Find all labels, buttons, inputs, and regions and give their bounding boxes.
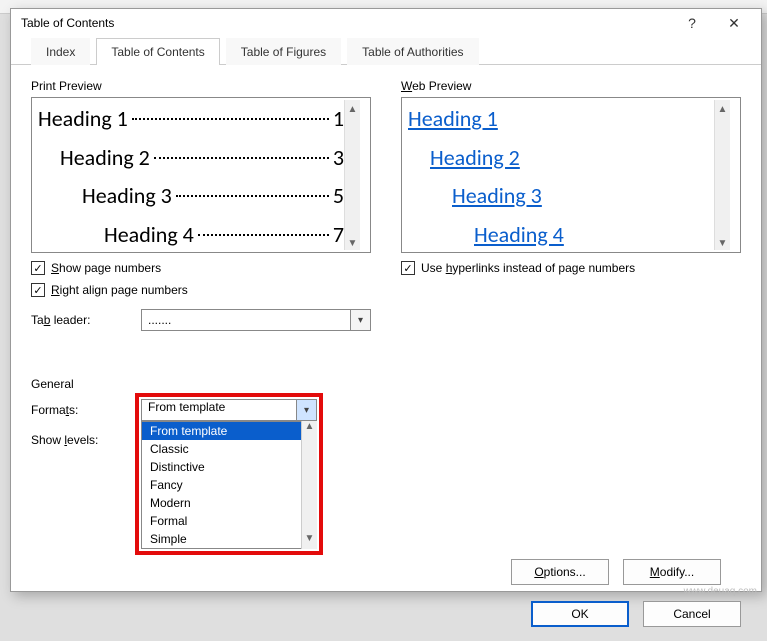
formats-option[interactable]: Formal xyxy=(142,512,316,530)
use-hyperlinks-label: Use hyperlinks instead of page numbers xyxy=(421,261,635,275)
formats-dropdown[interactable]: From template Classic Distinctive Fancy … xyxy=(141,421,317,549)
web-preview-box: Heading 1 Heading 2 Heading 3 Heading 4 … xyxy=(401,97,741,253)
close-button[interactable]: ✕ xyxy=(713,9,755,37)
tab-authorities[interactable]: Table of Authorities xyxy=(347,38,478,65)
print-preview-scrollbar[interactable]: ▲▼ xyxy=(344,100,360,250)
chevron-down-icon[interactable]: ▾ xyxy=(296,400,316,420)
show-page-numbers-checkbox[interactable]: ✓ xyxy=(31,261,45,275)
show-levels-label: Show levels: xyxy=(31,429,131,447)
tab-leader-label: Tab leader: xyxy=(31,313,131,327)
show-page-numbers-label: Show page numbers xyxy=(51,261,161,275)
tabstrip: Index Table of Contents Table of Figures… xyxy=(11,37,761,65)
web-preview-label: Web Preview xyxy=(401,79,741,93)
tab-index[interactable]: Index xyxy=(31,38,90,65)
options-button[interactable]: Options... xyxy=(511,559,609,585)
web-link[interactable]: Heading 3 xyxy=(408,177,714,216)
formats-option[interactable]: Classic xyxy=(142,440,316,458)
help-button[interactable]: ? xyxy=(671,9,713,37)
modify-button[interactable]: Modify... xyxy=(623,559,721,585)
tab-toc[interactable]: Table of Contents xyxy=(96,38,219,65)
show-page-numbers-row[interactable]: ✓ Show page numbers xyxy=(31,261,371,275)
web-link[interactable]: Heading 2 xyxy=(408,139,714,178)
tab-figures[interactable]: Table of Figures xyxy=(226,38,341,65)
web-link[interactable]: Heading 4 xyxy=(408,216,714,254)
formats-option[interactable]: Distinctive xyxy=(142,458,316,476)
chevron-down-icon[interactable]: ▾ xyxy=(350,310,370,330)
print-row: Heading 11 xyxy=(38,100,344,139)
tab-leader-combo[interactable]: ....... ▾ xyxy=(141,309,371,331)
watermark: www.deuaq.com xyxy=(684,586,757,597)
titlebar: Table of Contents ? ✕ xyxy=(11,9,761,37)
use-hyperlinks-checkbox[interactable]: ✓ xyxy=(401,261,415,275)
formats-option[interactable]: Fancy xyxy=(142,476,316,494)
right-align-label: Right align page numbers xyxy=(51,283,188,297)
toc-dialog: Table of Contents ? ✕ Index Table of Con… xyxy=(10,8,762,592)
formats-dropdown-scrollbar[interactable]: ▲▼ xyxy=(301,421,317,549)
general-label: General xyxy=(31,377,741,391)
dialog-title: Table of Contents xyxy=(21,16,671,30)
print-preview-label: Print Preview xyxy=(31,79,371,93)
formats-combo[interactable]: From template ▾ xyxy=(141,399,317,421)
ok-button[interactable]: OK xyxy=(531,601,629,627)
use-hyperlinks-row[interactable]: ✓ Use hyperlinks instead of page numbers xyxy=(401,261,741,275)
web-link[interactable]: Heading 1 xyxy=(408,100,714,139)
formats-label: Formats: xyxy=(31,399,131,417)
formats-option[interactable]: From template xyxy=(142,422,316,440)
right-align-row[interactable]: ✓ Right align page numbers xyxy=(31,283,371,297)
formats-option[interactable]: Simple xyxy=(142,530,316,548)
right-align-checkbox[interactable]: ✓ xyxy=(31,283,45,297)
formats-option[interactable]: Modern xyxy=(142,494,316,512)
cancel-button[interactable]: Cancel xyxy=(643,601,741,627)
web-preview-scrollbar[interactable]: ▲▼ xyxy=(714,100,730,250)
print-preview-box: Heading 11 Heading 23 Heading 35 Heading… xyxy=(31,97,371,253)
